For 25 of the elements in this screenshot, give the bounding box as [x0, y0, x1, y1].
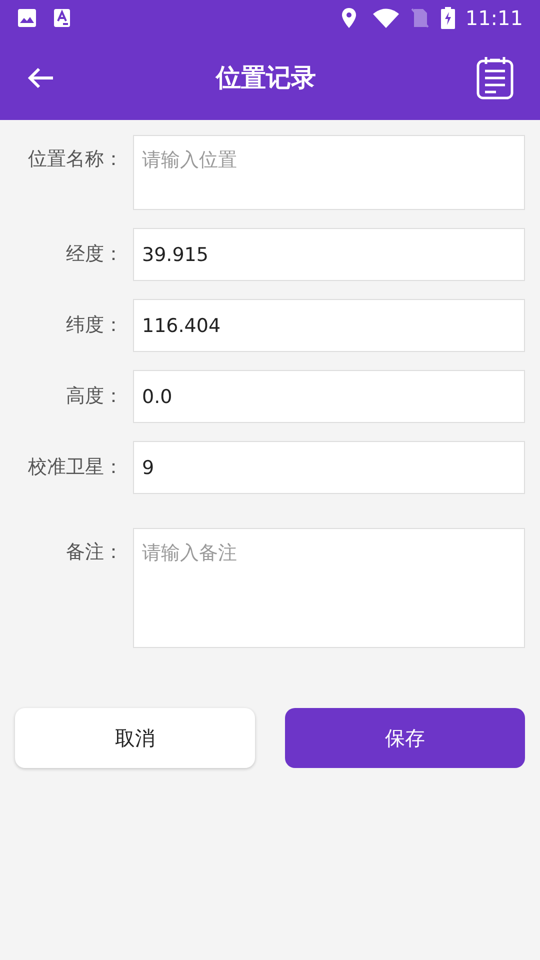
wifi-icon [373, 8, 400, 28]
page-title: 位置记录 [214, 62, 317, 94]
status-time: 11:11 [465, 5, 523, 32]
save-button[interactable]: 保存 [285, 708, 525, 768]
notes-button[interactable] [476, 56, 514, 100]
battery-charging-icon [441, 7, 456, 29]
field-label: 校准卫星： [27, 455, 124, 480]
field-label: 位置名称： [27, 147, 124, 172]
text-field[interactable]: 请输入备注 [133, 528, 525, 648]
text-field[interactable]: 请输入位置 [133, 135, 525, 210]
field-label: 经度： [65, 242, 124, 268]
cancel-button[interactable]: 取消 [15, 708, 255, 768]
field-label: 高度： [65, 384, 124, 410]
text-field[interactable]: 116.404 [133, 299, 525, 352]
field-label: 备注： [65, 540, 124, 565]
text-icon [53, 8, 71, 28]
back-arrow-icon [27, 66, 55, 90]
no-sim-icon [411, 8, 430, 28]
text-field[interactable]: 9 [133, 441, 525, 494]
field-label: 纬度： [65, 313, 124, 338]
text-field[interactable]: 39.915 [133, 228, 525, 281]
image-icon [17, 8, 37, 28]
location-icon [341, 7, 358, 29]
text-field[interactable]: 0.0 [133, 370, 525, 423]
clipboard-icon [476, 56, 514, 100]
